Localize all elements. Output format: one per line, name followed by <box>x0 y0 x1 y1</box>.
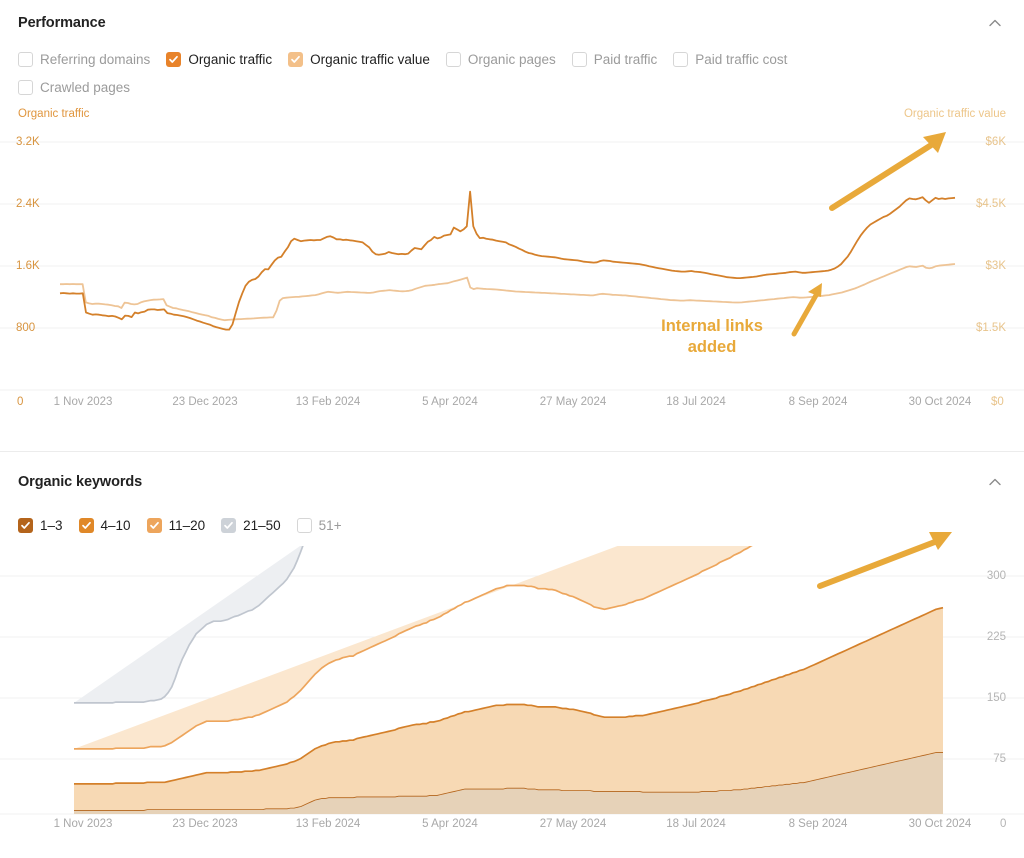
checkbox-organic-traffic[interactable]: Organic traffic <box>166 44 272 74</box>
performance-panel: Performance Referring domains Organic tr… <box>0 0 1024 452</box>
checkbox-checked-icon <box>166 51 182 67</box>
y-tick-left-1: 2.4K <box>16 198 40 210</box>
right-axis-caption: Organic traffic value <box>903 108 1006 120</box>
checkbox-box-icon <box>18 51 33 67</box>
organic-keywords-chart: 300 225 150 75 1 Nov 2023 23 Dec 2023 13… <box>0 532 1024 846</box>
organic-keywords-panel: Organic keywords 1–3 4–10 11–20 21–50 51… <box>0 452 1024 858</box>
checkbox-label: Paid traffic cost <box>695 51 788 67</box>
y-tick-right-0: $6K <box>985 136 1006 148</box>
checkbox-label: 11–20 <box>168 517 206 533</box>
performance-panel-header: Performance <box>0 0 1024 40</box>
x-tick-0: 1 Nov 2023 <box>53 396 113 408</box>
checkbox-label: Organic pages <box>467 51 556 67</box>
y-tick-right-2: $3K <box>985 260 1006 272</box>
x-tick-1: 23 Dec 2023 <box>172 396 238 408</box>
checkbox-checked-icon <box>78 517 94 533</box>
chevron-up-icon[interactable] <box>986 473 1004 491</box>
x-tick-4: 27 May 2024 <box>539 396 607 408</box>
growth-arrow-icon <box>817 532 952 589</box>
kw-x-tick-2: 13 Feb 2024 <box>295 818 361 830</box>
left-axis-caption: Organic traffic <box>18 108 90 120</box>
checkbox-box-icon <box>296 517 312 533</box>
checkbox-label: Crawled pages <box>40 79 131 95</box>
kw-x-tick-6: 8 Sep 2024 <box>788 818 848 830</box>
checkbox-label: Referring domains <box>40 51 151 67</box>
checkbox-bucket-11-20[interactable]: 11–20 <box>146 510 206 540</box>
kw-y-tick-2: 150 <box>986 692 1006 704</box>
kw-x-tick-1: 23 Dec 2023 <box>172 818 238 830</box>
kw-y-tick-1: 225 <box>986 631 1006 643</box>
performance-metric-checkboxes: Referring domains Organic traffic Organi… <box>0 44 1024 74</box>
x-tick-2: 13 Feb 2024 <box>295 396 361 408</box>
checkbox-organic-pages[interactable]: Organic pages <box>445 44 556 74</box>
checkbox-checked-icon <box>221 517 237 533</box>
checkbox-checked-icon <box>146 517 162 533</box>
growth-arrow-icon <box>829 132 946 211</box>
y-tick-left-3: 800 <box>16 322 36 334</box>
checkbox-checked-icon <box>288 51 304 67</box>
checkbox-referring-domains[interactable]: Referring domains <box>18 44 150 74</box>
kw-x-tick-0: 1 Nov 2023 <box>53 818 113 830</box>
performance-x-axis: 0 1 Nov 2023 23 Dec 2023 13 Feb 2024 5 A… <box>0 396 1024 418</box>
kw-x-tick-7: 30 Oct 2024 <box>908 818 972 830</box>
kw-x-tick-3: 5 Apr 2024 <box>422 818 478 830</box>
checkbox-box-icon <box>18 79 33 95</box>
x-tick-6: 8 Sep 2024 <box>788 396 848 408</box>
checkbox-checked-icon <box>18 517 33 533</box>
x-axis-origin-left: 0 <box>17 396 24 408</box>
kw-x-tick-5: 18 Jul 2024 <box>666 818 726 830</box>
y-tick-right-1: $4.5K <box>975 198 1006 210</box>
checkbox-paid-traffic[interactable]: Paid traffic <box>571 44 658 74</box>
checkbox-crawled-pages[interactable]: Crawled pages <box>18 72 130 102</box>
checkbox-box-icon <box>673 51 689 67</box>
checkbox-box-icon <box>445 51 461 67</box>
checkbox-label: 51+ <box>318 517 342 533</box>
y-tick-left-2: 1.6K <box>16 260 40 272</box>
chevron-up-icon[interactable] <box>986 14 1004 32</box>
checkbox-bucket-21-50[interactable]: 21–50 <box>221 510 281 540</box>
checkbox-label: Organic traffic value <box>310 51 430 67</box>
checkbox-paid-traffic-cost[interactable]: Paid traffic cost <box>673 44 787 74</box>
checkbox-label: Organic traffic <box>188 51 273 67</box>
kw-x-tick-4: 27 May 2024 <box>539 818 607 830</box>
checkbox-label: 4–10 <box>100 517 131 533</box>
x-tick-7: 30 Oct 2024 <box>908 396 972 408</box>
kw-x-axis-origin-right: 0 <box>1000 818 1007 830</box>
checkbox-label: Paid traffic <box>593 51 658 67</box>
performance-chart: Organic traffic Organic traffic value 3.… <box>0 108 1024 418</box>
x-tick-5: 18 Jul 2024 <box>666 396 726 408</box>
checkbox-label: 1–3 <box>40 517 63 533</box>
checkbox-organic-traffic-value[interactable]: Organic traffic value <box>288 44 430 74</box>
organic-keywords-plot: 300 225 150 75 <box>0 532 1024 816</box>
checkbox-bucket-1-3[interactable]: 1–3 <box>18 510 63 540</box>
checkbox-label: 21–50 <box>243 517 281 533</box>
checkbox-box-icon <box>571 51 587 67</box>
y-tick-right-3: $1.5K <box>975 322 1006 334</box>
y-tick-left-0: 3.2K <box>16 136 40 148</box>
annotation-arrow-icon <box>791 283 822 337</box>
organic-keywords-panel-header: Organic keywords <box>0 452 1024 498</box>
x-tick-3: 5 Apr 2024 <box>422 396 478 408</box>
keywords-x-axis: 1 Nov 2023 23 Dec 2023 13 Feb 2024 5 Apr… <box>0 818 1024 840</box>
kw-y-tick-0: 300 <box>986 570 1006 582</box>
kw-y-tick-3: 75 <box>993 753 1006 765</box>
x-axis-origin-right: $0 <box>991 396 1004 408</box>
checkbox-bucket-4-10[interactable]: 4–10 <box>78 510 131 540</box>
internal-links-annotation: Internal links added <box>661 317 763 356</box>
performance-plot: 3.2K 2.4K 1.6K 800 $6K $4.5K $3K $1.5K I… <box>0 126 1024 396</box>
section-title: Organic keywords <box>18 474 143 490</box>
page-title: Performance <box>18 15 106 31</box>
checkbox-bucket-51-plus[interactable]: 51+ <box>296 510 342 540</box>
performance-metric-checkboxes-row2: Crawled pages <box>0 72 1024 102</box>
